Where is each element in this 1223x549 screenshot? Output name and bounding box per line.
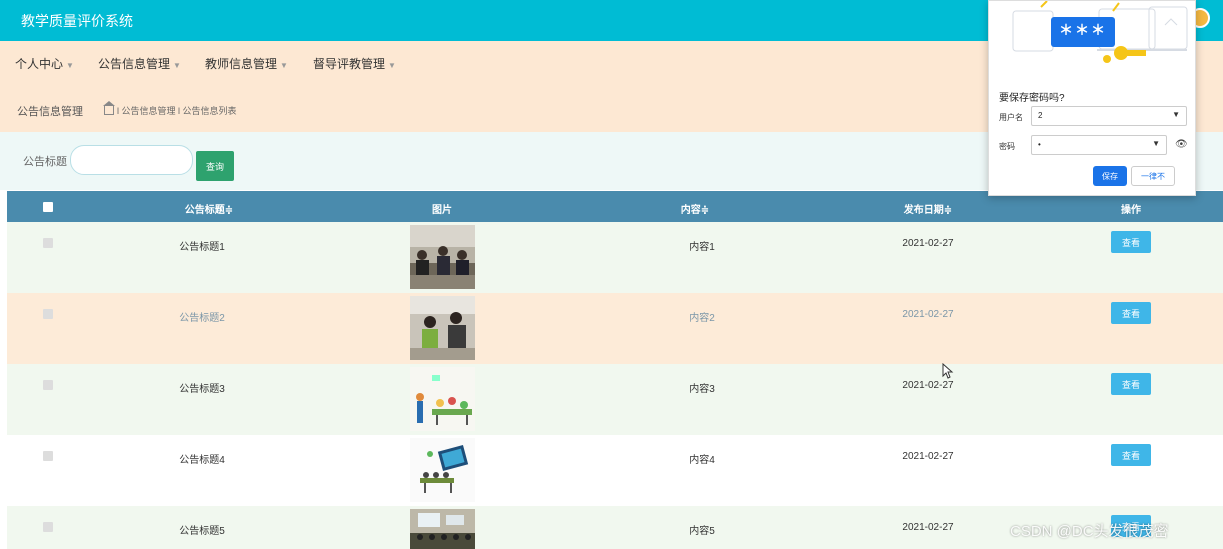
row-checkbox[interactable] — [43, 309, 53, 319]
save-button[interactable]: 保存 — [1093, 166, 1127, 186]
page-title: 公告信息管理 — [17, 106, 83, 118]
breadcrumb: l 公告信息管理 l 公告信息列表 — [103, 101, 237, 117]
row-content: 内容2 — [689, 313, 715, 324]
column-header-title[interactable]: 公告标题≑ — [185, 201, 233, 216]
select-all-checkbox[interactable] — [43, 202, 53, 212]
password-label: 密码 — [999, 142, 1015, 151]
password-value: • — [1038, 140, 1041, 149]
password-field[interactable]: • ▼ — [1031, 135, 1167, 155]
teacher-student-photo — [410, 296, 475, 360]
view-button[interactable]: 查看 — [1111, 373, 1151, 395]
row-title: 公告标题4 — [179, 455, 225, 466]
table-row: 公告标题4 内容4 2021-02-27 查看 — [7, 435, 1223, 506]
username-label: 用户名 — [999, 113, 1023, 122]
table-row: 公告标题3 内容3 2021-02-27 查看 — [7, 364, 1223, 435]
row-title: 公告标题1 — [179, 242, 225, 253]
nav-item-teacher-management[interactable]: 教师信息管理 ▼ — [205, 55, 288, 72]
chevron-down-icon: ▼ — [388, 61, 396, 70]
chevron-down-icon[interactable]: ▼ — [1172, 110, 1180, 119]
nav-item-supervision-management[interactable]: 督导评教管理 ▼ — [313, 55, 396, 72]
app-title: 教学质量评价系统 — [21, 13, 133, 29]
auditorium-photo — [410, 509, 475, 549]
row-checkbox[interactable] — [43, 522, 53, 532]
breadcrumb-path[interactable]: l 公告信息管理 l 公告信息列表 — [117, 106, 237, 116]
row-content: 内容4 — [689, 455, 715, 466]
search-button[interactable]: 查询 — [196, 151, 234, 181]
nav-item-label: 教师信息管理 — [205, 57, 278, 71]
row-checkbox[interactable] — [43, 451, 53, 461]
password-mask-text: ＊＊＊ — [1059, 22, 1107, 38]
chevron-down-icon[interactable]: ▼ — [1152, 139, 1160, 148]
watermark: CSDN @DC头发很茂密 — [1010, 523, 1169, 540]
row-title: 公告标题5 — [179, 526, 225, 537]
nav-item-personal-center[interactable]: 个人中心 ▼ — [15, 55, 74, 72]
row-content: 内容3 — [689, 384, 715, 395]
view-button[interactable]: 查看 — [1111, 444, 1151, 466]
column-header-date[interactable]: 发布日期≑ — [904, 201, 952, 216]
search-input[interactable] — [70, 145, 193, 175]
classroom-photo — [410, 225, 475, 289]
never-button[interactable]: 一律不 — [1131, 166, 1175, 186]
row-date: 2021-02-27 — [902, 309, 954, 320]
row-content: 内容5 — [689, 526, 715, 537]
notice-table: 公告标题≑ 图片 内容≑ 发布日期≑ 操作 公告标题1 内容1 2021-02-… — [7, 191, 1223, 549]
nav-item-notice-management[interactable]: 公告信息管理 ▼ — [98, 55, 181, 72]
classroom-illustration — [410, 367, 475, 431]
view-button[interactable]: 查看 — [1111, 302, 1151, 324]
password-illustration: ＊＊＊ — [989, 0, 1195, 77]
username-field[interactable]: 2 ▼ — [1031, 106, 1187, 126]
row-checkbox[interactable] — [43, 238, 53, 248]
row-title: 公告标题2 — [179, 313, 225, 324]
row-date: 2021-02-27 — [902, 238, 954, 249]
home-icon[interactable] — [103, 101, 115, 115]
row-content: 内容1 — [689, 242, 715, 253]
mouse-cursor-icon — [942, 363, 954, 379]
table-row: 公告标题1 内容1 2021-02-27 查看 — [7, 222, 1223, 293]
username-value: 2 — [1038, 111, 1043, 120]
row-date: 2021-02-27 — [902, 522, 954, 533]
view-button[interactable]: 查看 — [1111, 231, 1151, 253]
save-password-dialog: ＊＊＊ 要保存密码吗? 用户名 2 ▼ 密码 • ▼ 👁 保存 一律不 — [988, 0, 1196, 196]
nav-item-label: 督导评教管理 — [313, 57, 386, 71]
dialog-title: 要保存密码吗? — [999, 93, 1065, 104]
row-date: 2021-02-27 — [902, 451, 954, 462]
row-date: 2021-02-27 — [902, 380, 954, 391]
chevron-down-icon: ▼ — [66, 61, 74, 70]
search-label: 公告标题 — [23, 156, 67, 168]
lecture-illustration — [410, 438, 475, 502]
column-header-action: 操作 — [1121, 205, 1141, 216]
row-checkbox[interactable] — [43, 380, 53, 390]
column-header-content[interactable]: 内容≑ — [681, 201, 709, 216]
eye-icon[interactable]: 👁 — [1175, 139, 1188, 150]
chevron-down-icon: ▼ — [280, 61, 288, 70]
nav-item-label: 公告信息管理 — [98, 57, 171, 71]
nav-item-label: 个人中心 — [15, 57, 64, 71]
chevron-down-icon: ▼ — [173, 61, 181, 70]
column-header-image: 图片 — [432, 205, 452, 216]
row-title: 公告标题3 — [179, 384, 225, 395]
table-row: 公告标题2 内容2 2021-02-27 查看 — [7, 293, 1223, 364]
